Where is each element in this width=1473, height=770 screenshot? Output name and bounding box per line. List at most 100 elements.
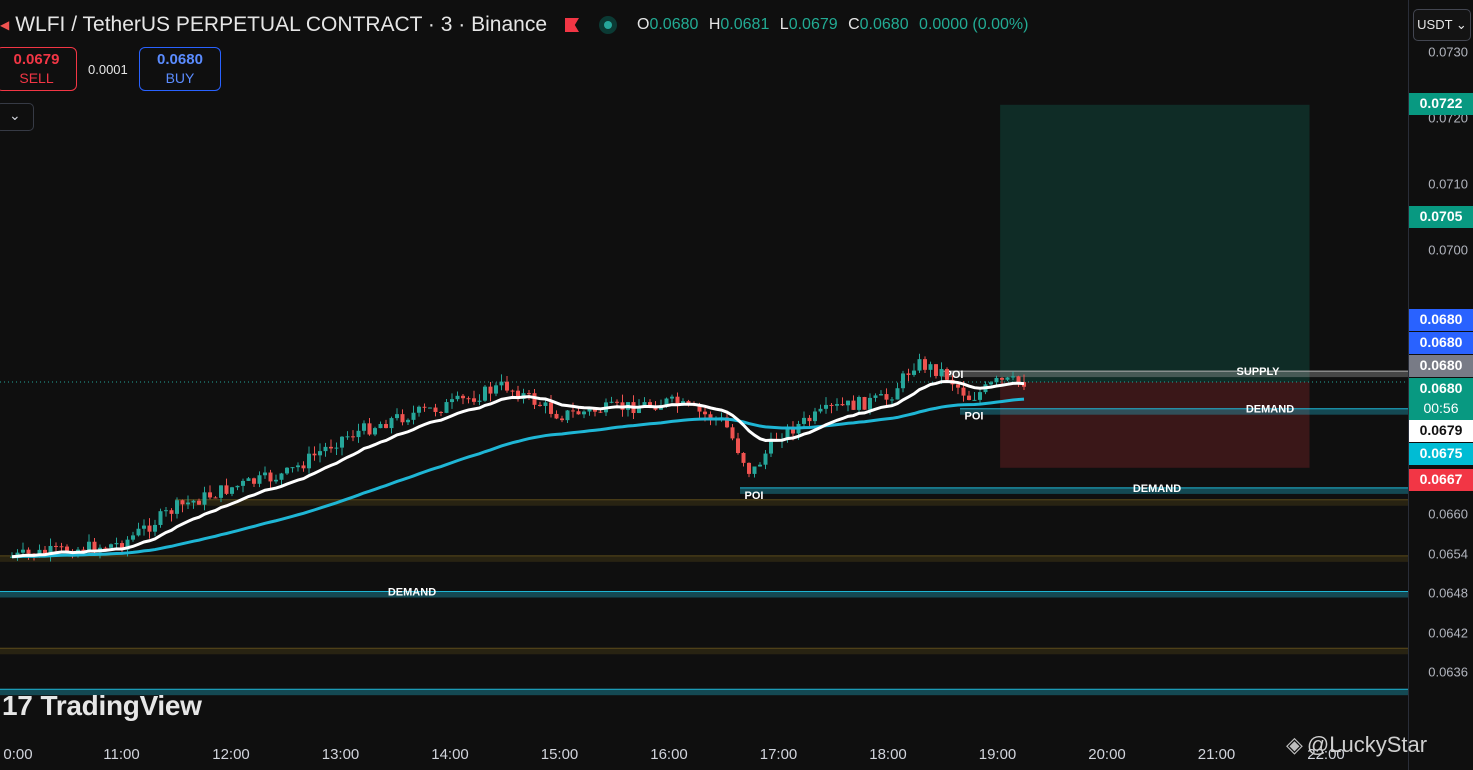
- candle: [818, 408, 823, 412]
- candle: [747, 462, 751, 474]
- candle: [158, 511, 163, 525]
- author-watermark: ◈ @LuckyStar: [1286, 732, 1428, 757]
- time-tick: 14:00: [431, 746, 469, 763]
- candle: [153, 524, 157, 532]
- flag-icon[interactable]: [565, 18, 579, 32]
- candle: [807, 417, 812, 422]
- candle: [274, 479, 278, 482]
- candle: [191, 500, 196, 503]
- candle: [241, 480, 245, 486]
- candle: [703, 411, 707, 415]
- price-badge: 0.0680: [1409, 355, 1473, 377]
- candle: [928, 364, 933, 370]
- price-badge: 0.0722: [1409, 93, 1473, 115]
- candle: [373, 428, 377, 435]
- price-badge: 0.0680 00:56: [1409, 378, 1473, 422]
- price-badge: 0.0675: [1409, 443, 1473, 465]
- candle: [582, 411, 586, 415]
- candle: [917, 359, 922, 371]
- price-axis[interactable]: 0.0730 0.0720 0.0710 0.0700 0.0660 0.0654 0.06…: [1408, 0, 1473, 770]
- market-status-icon: [599, 16, 617, 34]
- candle: [1016, 376, 1021, 383]
- currency-select[interactable]: USDT ⌄: [1413, 9, 1471, 41]
- binance-square-icon: ◈: [1286, 732, 1303, 757]
- candle: [829, 404, 834, 406]
- price-badge: 0.0679: [1409, 420, 1473, 442]
- candle: [862, 396, 867, 410]
- buy-button[interactable]: 0.0680 BUY: [139, 47, 221, 91]
- poi-label: POI: [965, 411, 984, 423]
- candle: [296, 465, 300, 468]
- candle: [923, 359, 927, 370]
- candle: [329, 446, 333, 449]
- candle: [939, 369, 944, 376]
- candle: [802, 417, 806, 424]
- price-tick: 0.0636: [1428, 664, 1468, 680]
- candle: [334, 447, 339, 449]
- price-tick: 0.0648: [1428, 585, 1468, 601]
- zone-band-3: [175, 499, 1408, 506]
- candle: [835, 404, 839, 406]
- symbol-title[interactable]: WLFI / TetherUS PERPETUAL CONTRACT · 3 ·…: [15, 13, 547, 37]
- price-tick: 0.0660: [1428, 506, 1468, 522]
- candle: [450, 399, 454, 403]
- candle: [615, 401, 619, 403]
- candle: [318, 451, 322, 456]
- candle: [230, 487, 234, 494]
- collapse-arrow-icon[interactable]: ◀: [0, 18, 9, 32]
- candle: [367, 423, 372, 435]
- candle: [422, 406, 427, 408]
- candle: [1000, 377, 1004, 380]
- candle: [543, 402, 548, 406]
- candle: [301, 465, 306, 469]
- candle: [378, 424, 383, 429]
- candle: [345, 436, 350, 438]
- candle: [857, 396, 861, 410]
- time-tick: 21:00: [1197, 746, 1236, 763]
- candle: [444, 402, 449, 413]
- time-tick: 19:00: [978, 746, 1017, 763]
- candle: [279, 473, 284, 480]
- time-tick: 17:00: [759, 746, 798, 763]
- candle: [906, 373, 911, 375]
- candle: [268, 472, 273, 482]
- candle: [417, 406, 421, 413]
- zone-band-2: [740, 487, 1408, 494]
- candle: [169, 510, 174, 514]
- candle: [879, 394, 883, 396]
- candle: [395, 414, 399, 419]
- candle: [956, 384, 960, 388]
- time-tick: 13:00: [321, 746, 360, 763]
- candle: [576, 411, 581, 415]
- candle: [26, 549, 31, 554]
- candle: [912, 370, 916, 375]
- candle: [103, 547, 108, 549]
- zone-label: DEMAND: [1246, 404, 1294, 416]
- time-tick: 0:00: [3, 746, 33, 763]
- collapse-button[interactable]: ⌄: [0, 103, 34, 131]
- tradingview-logo-text: TradingView: [40, 690, 202, 721]
- time-axis[interactable]: 0:00 11:00 12:00 13:00 14:00 15:00 16:00 17:00 1…: [0, 740, 1408, 770]
- candle: [1011, 376, 1015, 378]
- candle: [598, 411, 603, 413]
- candle: [164, 510, 168, 512]
- candle: [549, 402, 553, 414]
- price-badge: 0.0705: [1409, 206, 1473, 228]
- chevron-down-icon: ⌄: [9, 107, 21, 123]
- candle: [285, 467, 289, 474]
- symbol-legend: ◀ WLFI / TetherUS PERPETUAL CONTRACT · 3…: [0, 12, 1028, 38]
- candle: [114, 543, 119, 545]
- candle: [961, 387, 966, 396]
- tradingview-mark-icon: 17: [2, 690, 33, 721]
- candle: [461, 395, 465, 399]
- price-chart[interactable]: SUPPLYPOIDEMANDPOIDEMANDPOIDEMAND: [0, 0, 1408, 740]
- candle: [763, 453, 768, 465]
- zone-label: DEMAND: [388, 587, 436, 599]
- candle: [505, 381, 509, 391]
- candle: [136, 528, 141, 536]
- sell-button[interactable]: 0.0679 SELL: [0, 47, 77, 91]
- candle: [483, 386, 487, 401]
- candle: [466, 398, 471, 400]
- candle: [175, 500, 179, 514]
- candle: [994, 377, 999, 383]
